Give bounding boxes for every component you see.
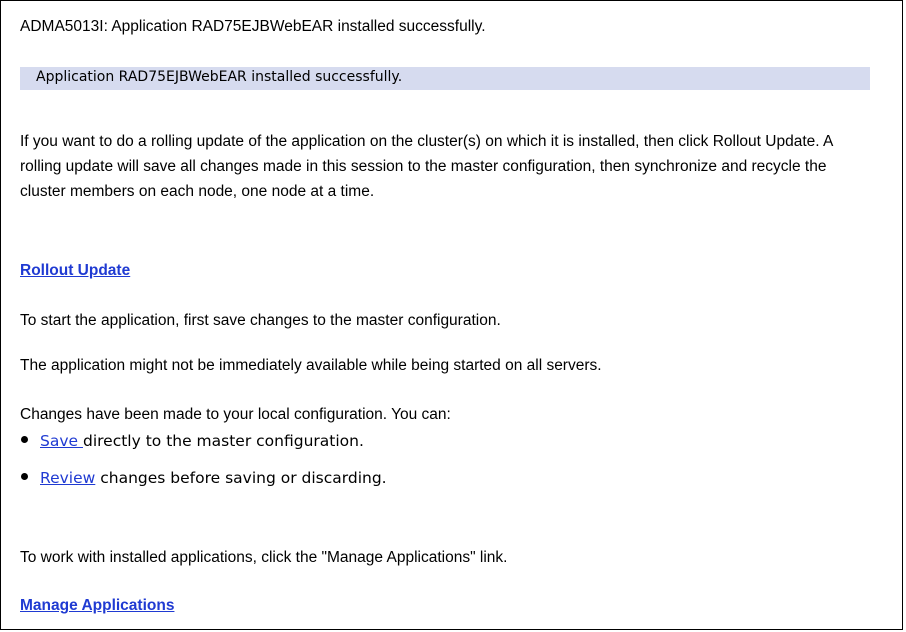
manage-applications-hint: To work with installed applications, cli… [20, 549, 508, 566]
status-banner-text: Application RAD75EJBWebEAR installed suc… [36, 69, 403, 85]
bullet-icon [21, 436, 28, 443]
status-banner: Application RAD75EJBWebEAR installed suc… [20, 67, 870, 90]
manage-applications-link[interactable]: Manage Applications [20, 597, 174, 615]
bullet-icon [21, 473, 28, 480]
review-option-text: changes before saving or discarding. [95, 469, 387, 487]
rolling-update-paragraph: If you want to do a rolling update of th… [20, 133, 833, 200]
rollout-update-link[interactable]: Rollout Update [20, 262, 130, 280]
availability-text: The application might not be immediately… [20, 357, 602, 374]
save-link[interactable]: Save [40, 432, 83, 450]
changes-made-text: Changes have been made to your local con… [20, 406, 451, 423]
save-option-text: directly to the master configuration. [82, 432, 364, 450]
save-option-item: Save directly to the master configuratio… [21, 431, 364, 451]
message-id-text: ADMA5013I: Application RAD75EJBWebEAR in… [20, 18, 486, 35]
review-option-item: Review changes before saving or discardi… [21, 468, 387, 488]
message-panel: ADMA5013I: Application RAD75EJBWebEAR in… [0, 0, 903, 630]
review-link[interactable]: Review [40, 469, 95, 487]
start-application-text: To start the application, first save cha… [20, 312, 501, 329]
